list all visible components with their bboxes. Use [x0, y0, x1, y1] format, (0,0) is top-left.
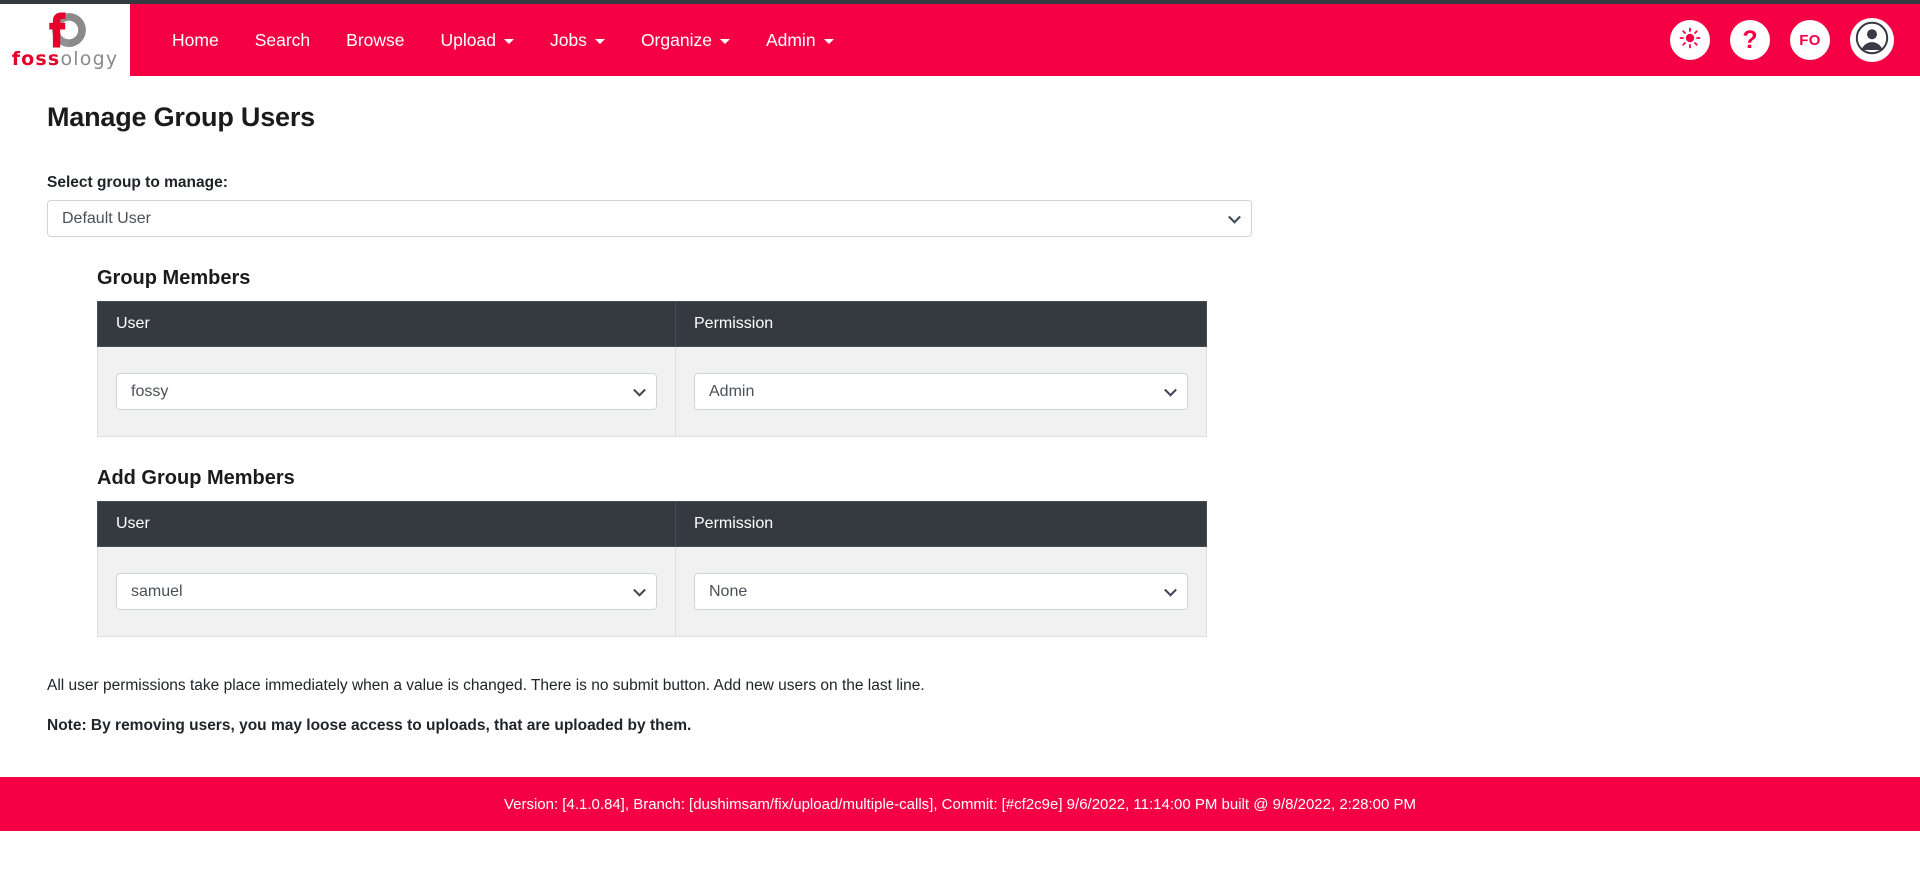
- add-member-permission-value: None: [709, 582, 748, 600]
- group-selector-label: Select group to manage:: [47, 174, 228, 191]
- logo-word-bold: foss: [11, 48, 61, 70]
- version-footer-text: Version: [4.1.0.84], Branch: [dushimsam/…: [503, 795, 1417, 813]
- group-select[interactable]: Default User: [47, 200, 1252, 237]
- nav-item-jobs[interactable]: Jobs: [532, 22, 623, 59]
- question-mark-icon: ?: [1742, 25, 1758, 54]
- user-avatar-icon: [1855, 21, 1889, 60]
- table-header-row: User Permission: [97, 501, 1207, 547]
- chevron-down-icon: [1164, 383, 1177, 397]
- nav-label: Search: [254, 29, 311, 50]
- sun-icon: [1679, 27, 1701, 54]
- logo-word-light: ology: [60, 48, 119, 70]
- notes-block: All user permissions take place immediat…: [47, 677, 1920, 735]
- nav-item-browse[interactable]: Browse: [328, 22, 422, 59]
- cell-permission: Admin: [675, 346, 1207, 437]
- main-navbar: fossology Home Search Browse Upload Jobs…: [0, 4, 1920, 76]
- member-permission-value: Admin: [709, 382, 755, 400]
- add-member-user-select[interactable]: samuel: [116, 573, 657, 610]
- member-permission-select[interactable]: Admin: [694, 373, 1188, 410]
- member-user-value: fossy: [131, 382, 169, 400]
- fossology-logo[interactable]: fossology: [0, 4, 130, 76]
- chevron-down-icon: [633, 583, 646, 597]
- nav-label: Browse: [346, 29, 405, 50]
- note-permissions-info: All user permissions take place immediat…: [47, 677, 925, 694]
- add-member-permission-select[interactable]: None: [694, 573, 1188, 610]
- add-group-members-table: User Permission samuel None: [97, 501, 1207, 637]
- table-row: fossy Admin: [97, 346, 1207, 437]
- nav-label: Upload: [440, 29, 496, 50]
- group-members-table: User Permission fossy Admin: [97, 301, 1207, 437]
- note-removal-warning: Note: By removing users, you may loose a…: [47, 717, 692, 734]
- nav-item-upload[interactable]: Upload: [423, 22, 532, 59]
- user-menu-button[interactable]: [1850, 18, 1894, 62]
- group-members-section: Group Members User Permission fossy Admi…: [97, 267, 1207, 437]
- nav-label: Home: [172, 29, 219, 50]
- nav-item-search[interactable]: Search: [237, 22, 328, 59]
- add-group-members-title: Add Group Members: [97, 467, 295, 489]
- fossology-wordmark: fossology: [12, 50, 119, 69]
- chevron-down-icon: [503, 38, 514, 44]
- theme-toggle-button[interactable]: [1670, 20, 1710, 60]
- chevron-down-icon: [1228, 210, 1241, 224]
- nav-label: Admin: [765, 29, 816, 50]
- main-content: Manage Group Users Select group to manag…: [0, 102, 1920, 831]
- cell-permission: None: [675, 546, 1207, 637]
- table-header-row: User Permission: [97, 301, 1207, 347]
- help-button[interactable]: ?: [1730, 20, 1770, 60]
- add-member-user-value: samuel: [131, 582, 183, 600]
- chevron-down-icon: [823, 38, 834, 44]
- add-group-members-section: Add Group Members User Permission samuel: [97, 467, 1207, 637]
- chevron-down-icon: [594, 38, 605, 44]
- chevron-down-icon: [719, 38, 730, 44]
- group-badge-button[interactable]: FO: [1790, 20, 1830, 60]
- primary-navigation: Home Search Browse Upload Jobs Organize …: [154, 22, 852, 59]
- chevron-down-icon: [1164, 583, 1177, 597]
- group-select-value: Default User: [62, 209, 151, 227]
- column-header-permission: Permission: [675, 501, 1207, 547]
- fossology-logo-icon: [39, 11, 91, 49]
- cell-user: samuel: [97, 546, 676, 637]
- nav-item-admin[interactable]: Admin: [748, 22, 852, 59]
- chevron-down-icon: [633, 383, 646, 397]
- group-selector: Select group to manage: Default User: [47, 174, 1252, 237]
- navbar-actions: ? FO: [1670, 4, 1894, 76]
- nav-item-organize[interactable]: Organize: [623, 22, 748, 59]
- column-header-permission: Permission: [675, 301, 1207, 347]
- column-header-user: User: [97, 501, 676, 547]
- nav-label: Organize: [640, 29, 712, 50]
- version-footer: Version: [4.1.0.84], Branch: [dushimsam/…: [0, 777, 1920, 831]
- nav-label: Jobs: [549, 29, 587, 50]
- cell-user: fossy: [97, 346, 676, 437]
- nav-item-home[interactable]: Home: [154, 22, 237, 59]
- group-badge-label: FO: [1799, 31, 1821, 49]
- member-user-select[interactable]: fossy: [116, 373, 657, 410]
- table-row: samuel None: [97, 546, 1207, 637]
- page-title: Manage Group Users: [47, 102, 315, 132]
- group-members-title: Group Members: [97, 267, 251, 289]
- column-header-user: User: [97, 301, 676, 347]
